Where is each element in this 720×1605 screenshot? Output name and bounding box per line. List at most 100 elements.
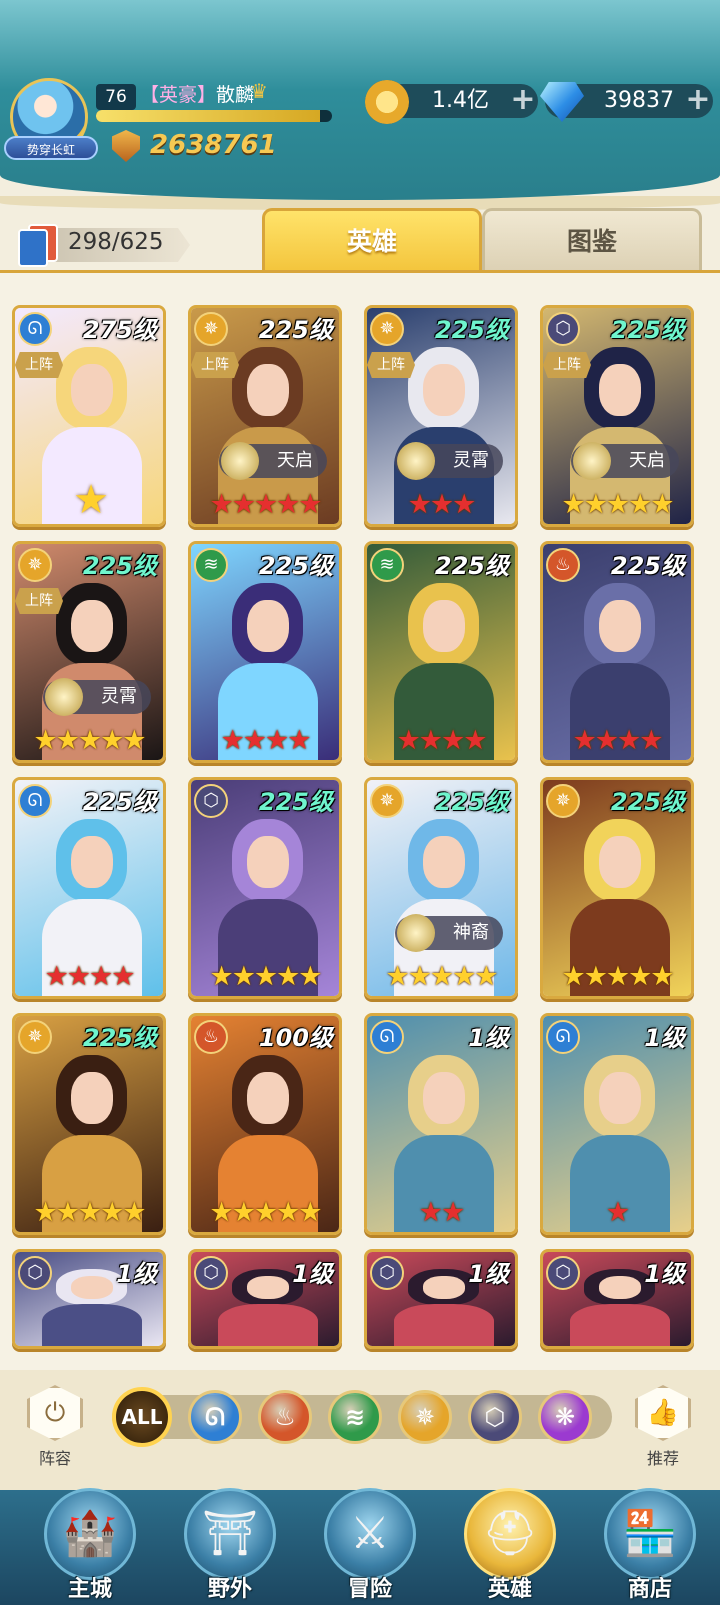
- hero-card[interactable]: ✵ 225级 上阵 灵霄 ★★★★★: [12, 541, 166, 763]
- xp-bar: [96, 110, 332, 122]
- faction-label: 天启: [629, 450, 665, 471]
- filter-dark-icon[interactable]: ⬡: [468, 1390, 522, 1444]
- faction-emblem-icon: [45, 678, 83, 716]
- hero-card[interactable]: ✵ 225级 ★★★★★: [540, 777, 694, 999]
- star-rating: ★: [605, 1197, 630, 1228]
- hero-level: 1级: [292, 1260, 333, 1288]
- hero-card[interactable]: ✵ 225级 上阵 灵霄 ★★★: [364, 305, 518, 527]
- in-lineup-badge: 上阵: [367, 352, 415, 378]
- hero-card[interactable]: ✵ 225级 神裔 ★★★★★: [364, 777, 518, 999]
- recommend-button[interactable]: 👍 推荐: [628, 1385, 698, 1469]
- hero-level: 1级: [116, 1260, 157, 1288]
- hero-card[interactable]: ⬡ 1级: [364, 1249, 518, 1349]
- recommend-label: 推荐: [646, 1449, 679, 1468]
- in-lineup-badge: 上阵: [191, 352, 239, 378]
- nav-label: 商店: [627, 1577, 672, 1602]
- xp-bar-fill: [96, 110, 321, 122]
- castle-icon: 🏰: [44, 1488, 136, 1580]
- tab-heroes[interactable]: 英雄: [262, 208, 482, 273]
- star-rating: ★★★★: [396, 725, 488, 756]
- filter-water-icon[interactable]: ᘏ: [188, 1390, 242, 1444]
- hero-level: 1级: [468, 1024, 509, 1052]
- hero-card[interactable]: ᘏ 1级 ★★: [364, 1013, 518, 1235]
- filter-wind-icon[interactable]: ≋: [328, 1390, 382, 1444]
- filter-fire-icon[interactable]: ♨: [258, 1390, 312, 1444]
- hero-card[interactable]: ✵ 225级 上阵 天启 ★★★★★: [188, 305, 342, 527]
- star-rating: ★★★: [407, 489, 477, 520]
- light-element-icon: ✵: [370, 312, 404, 346]
- hero-card[interactable]: ⬡ 1级: [188, 1249, 342, 1349]
- nav-helmet[interactable]: ⛑ 英雄: [450, 1488, 570, 1605]
- roster-count: 298/625: [68, 229, 164, 255]
- sword-icon: ⚔: [324, 1488, 416, 1580]
- add-gold-button[interactable]: +: [510, 85, 536, 115]
- fire-element-icon: ♨: [194, 1020, 228, 1054]
- hero-level: 225级: [610, 552, 685, 580]
- hero-card[interactable]: ᘏ 1级 ★: [540, 1013, 694, 1235]
- hero-card[interactable]: ≋ 225级 ★★★★: [364, 541, 518, 763]
- nav-castle[interactable]: 🏰 主城: [30, 1488, 150, 1605]
- dark-element-icon: ⬡: [194, 1256, 228, 1290]
- hero-card[interactable]: ⬡ 225级 上阵天启 ★★★★★: [540, 305, 694, 527]
- hero-level: 225级: [82, 552, 157, 580]
- light-element-icon: ✵: [18, 548, 52, 582]
- hero-level: 1级: [644, 1024, 685, 1052]
- hero-card[interactable]: ♨ 225级 ★★★★: [540, 541, 694, 763]
- avatar-title-tag: 势穿长虹: [4, 136, 98, 160]
- hero-cards-icon: [16, 224, 58, 267]
- lineup-label: 阵容: [38, 1449, 71, 1468]
- thumbs-up-icon: 👍: [635, 1385, 691, 1441]
- hero-card[interactable]: ⬡ 1级: [540, 1249, 694, 1349]
- star-rating: ★★★★★: [33, 725, 146, 756]
- hero-level: 225级: [258, 552, 333, 580]
- filter-all-button[interactable]: ALL: [112, 1387, 172, 1447]
- filter-light-icon[interactable]: ✵: [398, 1390, 452, 1444]
- tab-codex[interactable]: 图鉴: [482, 208, 702, 273]
- winged-star-medal-icon: ★: [73, 477, 109, 523]
- star-rating: ★★★★: [572, 725, 664, 756]
- hero-card[interactable]: ᘏ 275级 上阵 ★: [12, 305, 166, 527]
- light-element-icon: ✵: [546, 784, 580, 818]
- light-element-icon: ✵: [18, 1020, 52, 1054]
- faction-label: 神裔: [453, 922, 489, 943]
- dark-element-icon: ⬡: [194, 784, 228, 818]
- nav-sword[interactable]: ⚔ 冒险: [310, 1488, 430, 1605]
- nav-portal[interactable]: ⛩ 野外: [170, 1488, 290, 1605]
- hero-level: 275级: [82, 316, 157, 344]
- in-lineup-badge: 上阵: [543, 352, 591, 378]
- combat-power: 2638761: [150, 130, 277, 160]
- star-rating: ★★★★★: [209, 961, 322, 992]
- faction-emblem-icon: [397, 442, 435, 480]
- nav-shop[interactable]: 🏪 商店: [590, 1488, 710, 1605]
- hero-level: 225级: [258, 788, 333, 816]
- hero-level: 225级: [82, 788, 157, 816]
- in-lineup-badge: 上阵: [15, 352, 63, 378]
- hero-card[interactable]: ⬡ 1级: [12, 1249, 166, 1349]
- hero-card[interactable]: ✵ 225级 ★★★★★: [12, 1013, 166, 1235]
- player-title-tag: 【英豪】: [140, 84, 217, 106]
- lineup-button[interactable]: ⏻ 阵容: [20, 1385, 90, 1469]
- gold-coin-icon: [365, 80, 409, 124]
- hero-level: 225级: [434, 788, 509, 816]
- water-element-icon: ᘏ: [370, 1020, 404, 1054]
- faction-label: 灵霄: [453, 450, 489, 471]
- star-rating: ★★★★★: [33, 1197, 146, 1228]
- faction-emblem-icon: [573, 442, 611, 480]
- hero-card[interactable]: ᘏ 225级 ★★★★: [12, 777, 166, 999]
- hero-card[interactable]: ♨ 100级 ★★★★★: [188, 1013, 342, 1235]
- water-element-icon: ᘏ: [18, 784, 52, 818]
- crown-icon: ♛: [250, 79, 268, 103]
- faction-emblem-icon: [397, 914, 435, 952]
- add-gem-button[interactable]: +: [685, 85, 711, 115]
- faction-badge: 灵霄: [43, 678, 151, 716]
- hero-level: 225级: [610, 316, 685, 344]
- faction-label: 天启: [277, 450, 313, 471]
- star-rating: ★★★★★: [385, 961, 498, 992]
- dark-element-icon: ⬡: [546, 312, 580, 346]
- water-element-icon: ᘏ: [546, 1020, 580, 1054]
- hero-card[interactable]: ⬡ 225级 ★★★★★: [188, 777, 342, 999]
- star-rating: ★★★★★: [561, 489, 674, 520]
- filter-chaos-icon[interactable]: ❋: [538, 1390, 592, 1444]
- player-name: 散麟: [216, 84, 255, 106]
- hero-card[interactable]: ≋ 225级 ★★★★: [188, 541, 342, 763]
